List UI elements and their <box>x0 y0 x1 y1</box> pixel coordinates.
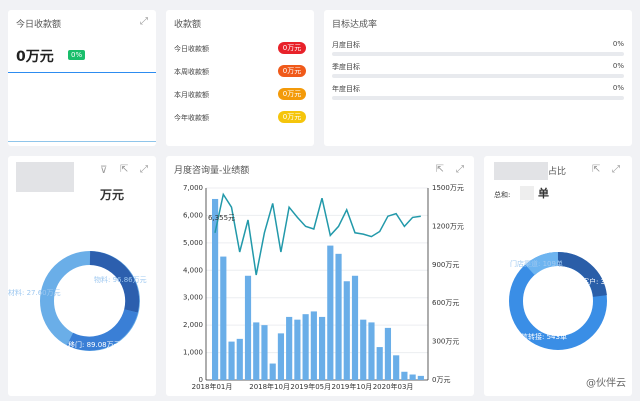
receipt-row-value: 0万元 <box>278 65 306 77</box>
card-title: 今日收款额 <box>16 20 62 30</box>
data-label-top: 6,355元 <box>208 214 235 222</box>
category-donut-card: 万元 ⊽ ⇱ ⤢ 物料: 96.86万元 材料: 27.60万元 移门: 89.… <box>8 156 156 396</box>
y-left-tick: 1,000 <box>183 349 203 357</box>
goal-rate-card: 目标达成率 月度目标 0% 季度目标 0% 年度目标 0% <box>324 10 632 146</box>
donut-label-left: 材料: 27.60万元 <box>8 288 61 297</box>
bar <box>261 325 268 380</box>
receipt-row-label: 本月收款额 <box>174 91 209 99</box>
y-left-tick: 6,000 <box>183 211 203 219</box>
receipt-row-value: 0万元 <box>278 111 306 123</box>
donut-label-top: 门店渠道: 109单 <box>510 259 563 268</box>
bar <box>228 341 235 380</box>
donut-label-bottom: 移门: 89.08万元 <box>68 340 121 349</box>
y-right-tick: 1500万元 <box>432 184 464 192</box>
percent-badge: 0% <box>68 50 86 60</box>
receipt-row-value: 0万元 <box>278 88 306 100</box>
expand-icon[interactable]: ⤢ <box>140 17 148 27</box>
bar <box>319 316 326 380</box>
channel-donut-chart: 门店渠道: 109单 网络客户: 325单 微信转接: 543单 <box>509 251 621 350</box>
donut-slice-item <box>89 251 140 313</box>
bar <box>302 314 309 380</box>
goal-progress-bar <box>332 52 624 56</box>
card-title: 目标达成率 <box>332 20 378 30</box>
goal-label: 月度目标 <box>332 41 360 49</box>
bar <box>376 347 383 380</box>
bar <box>253 322 260 380</box>
y-left-tick: 5,000 <box>183 239 203 247</box>
bar <box>351 275 359 380</box>
receipt-summary-card: 收款额 今日收款额 0万元 本周收款额 0万元 本月收款额 0万元 今年收款额 0万元 <box>166 10 314 146</box>
y-right-tick: 0万元 <box>432 376 450 384</box>
bar <box>220 256 227 380</box>
watermark: @伙伴云 <box>586 378 626 389</box>
accent-divider <box>8 72 156 73</box>
bar <box>401 371 408 380</box>
goal-value: 0% <box>612 84 624 92</box>
bar <box>310 311 317 380</box>
bar <box>236 338 243 380</box>
x-tick: 2019年10月 <box>332 382 373 391</box>
monthly-chart-card: 月度咨询量-业绩额 ⇱ ⤢ 0 1,000 2,000 3,000 4,000 5,000… <box>166 156 474 396</box>
bar <box>286 316 293 380</box>
goal-value: 0% <box>612 40 624 48</box>
receipt-row-label: 本周收款额 <box>174 68 209 76</box>
bar <box>277 333 285 380</box>
bar <box>360 319 367 380</box>
category-donut-chart: 物料: 96.86万元 材料: 27.60万元 移门: 89.08万元 <box>8 251 147 351</box>
sales-line <box>214 192 421 276</box>
bar <box>212 198 219 380</box>
x-tick: 2019年05月 <box>290 382 331 391</box>
y-right-tick: 300万元 <box>432 338 459 346</box>
bar <box>384 327 392 380</box>
channel-donut-card: 占比 ⇱ ⤢ 总和: 单 门店渠道: 109单 网络客户: 325单 微信转接:… <box>484 156 632 396</box>
bar <box>409 374 416 380</box>
x-tick: 2018年10月 <box>249 382 290 391</box>
donut-label-bottom: 微信转接: 543单 <box>514 332 567 341</box>
card-title: 收款额 <box>174 20 202 30</box>
y-left-tick: 2,000 <box>183 321 203 329</box>
y-left-tick: 3,000 <box>183 294 203 302</box>
goal-label: 年度目标 <box>332 85 360 93</box>
goal-value: 0% <box>612 62 624 70</box>
accent-divider-bottom <box>8 141 156 142</box>
donut-label-top: 物料: 96.86万元 <box>94 275 147 284</box>
x-tick: 2018年01月 <box>192 382 233 391</box>
receipt-row-label: 今日收款额 <box>174 45 209 53</box>
receipt-row-label: 今年收款额 <box>174 114 209 122</box>
x-tick: 2020年03月 <box>373 382 414 391</box>
bar <box>244 275 252 380</box>
consult-vs-sales-chart: 01,0002,0003,0004,0005,0006,0007,0000万元3… <box>183 184 464 391</box>
y-right-tick: 900万元 <box>432 261 459 269</box>
today-receipt-card: 今日收款额 ⤢ 0万元 0% <box>8 10 156 146</box>
donut-label-right: 网络客户: 325单 <box>568 277 621 286</box>
bar <box>368 322 375 380</box>
bar <box>417 375 424 380</box>
goal-label: 季度目标 <box>332 63 360 71</box>
bar <box>335 253 342 380</box>
y-left-tick: 4,000 <box>183 266 203 274</box>
receipt-row-value: 0万元 <box>278 42 306 54</box>
bar <box>294 319 301 380</box>
bar <box>343 281 350 380</box>
goal-progress-bar <box>332 74 624 78</box>
y-left-tick: 7,000 <box>183 184 203 192</box>
goal-progress-bar <box>332 96 624 100</box>
bar <box>327 245 334 380</box>
today-receipt-value: 0万元 <box>16 49 54 65</box>
bar <box>393 355 400 380</box>
y-right-tick: 1200万元 <box>432 222 464 230</box>
bar <box>269 363 276 380</box>
y-right-tick: 600万元 <box>432 299 459 307</box>
